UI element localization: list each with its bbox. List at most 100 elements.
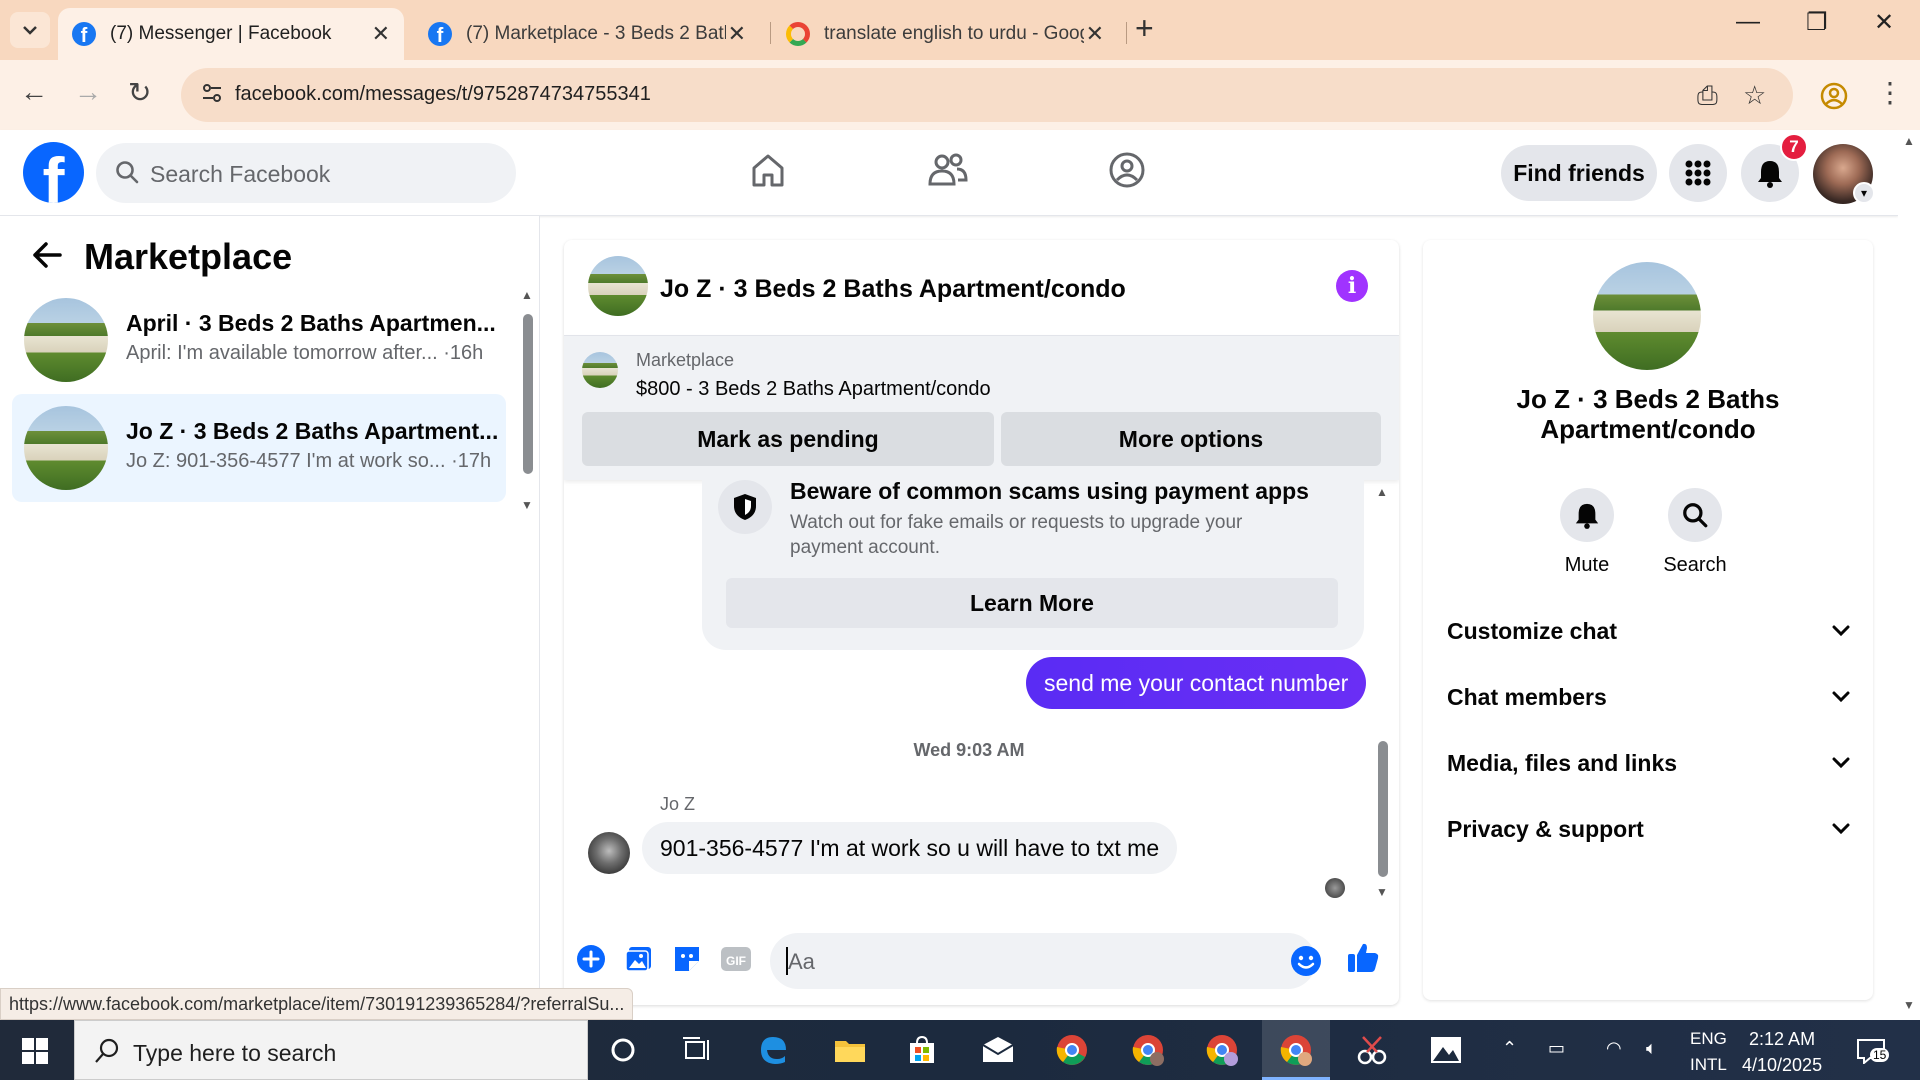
close-icon[interactable]: ✕: [372, 21, 390, 47]
chrome-profile-icon[interactable]: [1128, 1032, 1168, 1068]
svg-text:GIF: GIF: [726, 954, 746, 968]
incoming-message[interactable]: 901-356-4577 I'm at work so u will have …: [642, 822, 1178, 874]
chat-members-section[interactable]: Chat members: [1447, 684, 1851, 711]
section-label: Chat members: [1447, 684, 1607, 710]
facebook-logo[interactable]: f: [23, 142, 84, 203]
tab-google[interactable]: translate english to urdu - Goog ✕: [772, 8, 1118, 60]
reload-icon[interactable]: ↻: [128, 76, 151, 109]
listing-detail[interactable]: $800 - 3 Beds 2 Baths Apartment/condo: [636, 378, 991, 401]
close-icon[interactable]: ✕: [728, 21, 746, 47]
scroll-down-icon[interactable]: ▼: [1903, 998, 1915, 1012]
scroll-down-icon[interactable]: ▼: [1376, 885, 1388, 899]
search-icon: [116, 161, 139, 184]
scrollbar-thumb[interactable]: [1378, 741, 1388, 877]
windows-start-icon[interactable]: [22, 1038, 48, 1064]
search-placeholder: Search Facebook: [150, 161, 331, 187]
address-bar[interactable]: facebook.com/messages/t/9752874734755341…: [181, 68, 1793, 122]
chrome-icon[interactable]: [1052, 1032, 1092, 1068]
back-arrow-icon[interactable]: ←: [20, 76, 48, 108]
action-center-icon[interactable]: 15: [1856, 1038, 1890, 1069]
snipping-tool-icon[interactable]: [1352, 1032, 1392, 1068]
plus-circle-icon[interactable]: [576, 944, 606, 974]
tab-messenger[interactable]: f (7) Messenger | Facebook ✕: [58, 8, 404, 60]
conversation-item[interactable]: Jo Z · 3 Beds 2 Baths Apartment... Jo Z:…: [12, 394, 506, 502]
volume-icon[interactable]: 🔈︎: [1646, 1038, 1657, 1059]
chat-title[interactable]: Jo Z · 3 Beds 2 Baths Apartment/condo: [660, 275, 1126, 304]
scrollbar-thumb[interactable]: [523, 314, 533, 474]
sidebar-scrollbar[interactable]: ▲ ▼: [521, 288, 535, 516]
site-info-icon[interactable]: [201, 82, 223, 104]
url-text: facebook.com/messages/t/9752874734755341: [235, 83, 651, 105]
read-receipt-avatar: [1325, 878, 1345, 898]
more-options-button[interactable]: More options: [1001, 412, 1381, 466]
install-app-icon[interactable]: ⎙: [1697, 80, 1718, 112]
privacy-support-section[interactable]: Privacy & support: [1447, 816, 1851, 843]
search-icon: [95, 1038, 119, 1063]
input-language-indicator[interactable]: ENG INTL: [1690, 1026, 1727, 1078]
listing-avatar[interactable]: [1593, 262, 1701, 370]
new-tab-icon[interactable]: +: [1135, 10, 1154, 47]
photos-icon[interactable]: [1426, 1032, 1466, 1068]
mail-icon[interactable]: [978, 1032, 1018, 1068]
search-conversation-button[interactable]: Search: [1655, 488, 1735, 577]
search-facebook-input[interactable]: Search Facebook: [96, 143, 516, 203]
sticker-icon[interactable]: [672, 944, 702, 974]
battery-icon[interactable]: ▭: [1548, 1038, 1565, 1059]
section-label: Media, files and links: [1447, 750, 1678, 776]
restore-icon[interactable]: ❐: [1806, 8, 1828, 37]
home-icon[interactable]: [748, 150, 788, 190]
menu-grid-button[interactable]: [1669, 144, 1727, 202]
mute-button[interactable]: Mute: [1547, 488, 1627, 577]
chrome-active-icon[interactable]: [1276, 1032, 1316, 1068]
scroll-up-icon[interactable]: ▲: [1376, 485, 1388, 499]
learn-more-button[interactable]: Learn More: [726, 578, 1338, 628]
groups-icon[interactable]: [1107, 150, 1147, 190]
tab-marketplace[interactable]: f (7) Marketplace - 3 Beds 2 Bath ✕: [414, 8, 760, 60]
chat-scrollbar[interactable]: ▲ ▼: [1376, 485, 1390, 901]
photo-icon[interactable]: [624, 944, 654, 974]
edge-browser-icon[interactable]: [753, 1032, 793, 1068]
close-icon[interactable]: ✕: [1086, 21, 1104, 47]
file-explorer-icon[interactable]: [830, 1032, 870, 1068]
customize-chat-section[interactable]: Customize chat: [1447, 618, 1851, 645]
chevron-down-icon[interactable]: ▾: [1853, 182, 1875, 204]
info-icon[interactable]: i: [1336, 270, 1368, 302]
clock-time: 2:12 AM: [1749, 1029, 1816, 1049]
conversation-preview: Jo Z: 901-356-4577 I'm at work so... ·17…: [126, 450, 492, 472]
minimize-icon[interactable]: —: [1736, 8, 1760, 36]
kebab-menu-icon[interactable]: ⋮: [1876, 76, 1904, 109]
thumbs-up-icon[interactable]: [1346, 940, 1380, 974]
profile-icon[interactable]: [1820, 82, 1848, 110]
system-clock[interactable]: 2:12 AM 4/10/2025: [1742, 1026, 1822, 1078]
scroll-down-icon[interactable]: ▼: [521, 498, 533, 512]
scroll-up-icon[interactable]: ▲: [1903, 134, 1915, 148]
message-input[interactable]: Aa: [770, 933, 1321, 989]
conversation-item[interactable]: April · 3 Beds 2 Baths Apartmen... April…: [12, 286, 506, 394]
tab-search-button[interactable]: [10, 12, 50, 48]
friends-icon[interactable]: [927, 150, 969, 190]
back-arrow-icon[interactable]: [30, 240, 64, 270]
task-view-icon[interactable]: [677, 1032, 717, 1068]
microsoft-store-icon[interactable]: [902, 1032, 942, 1068]
close-window-icon[interactable]: ✕: [1874, 8, 1894, 37]
tray-chevron-up-icon[interactable]: ⌃: [1502, 1038, 1517, 1059]
mark-as-pending-button[interactable]: Mark as pending: [582, 412, 994, 466]
emoji-icon[interactable]: [1290, 945, 1322, 977]
facebook-icon: f: [428, 22, 452, 46]
chrome-profile-icon[interactable]: [1202, 1032, 1242, 1068]
sender-avatar[interactable]: [588, 832, 630, 874]
forward-arrow-icon[interactable]: →: [74, 76, 102, 108]
cortana-icon[interactable]: [603, 1032, 643, 1068]
page-scrollbar[interactable]: ▲ ▼: [1898, 130, 1920, 1020]
bookmark-star-icon[interactable]: ☆: [1743, 80, 1766, 111]
listing-thumbnail[interactable]: [588, 256, 648, 316]
media-files-links-section[interactable]: Media, files and links: [1447, 750, 1851, 777]
find-friends-button[interactable]: Find friends: [1501, 145, 1657, 201]
gif-icon[interactable]: GIF: [720, 944, 752, 974]
outgoing-message[interactable]: send me your contact number: [1026, 657, 1367, 709]
scroll-up-icon[interactable]: ▲: [521, 288, 533, 302]
taskbar-search-input[interactable]: Type here to search: [74, 1020, 588, 1080]
section-label: Privacy & support: [1447, 816, 1644, 842]
listing-thumbnail[interactable]: [582, 352, 618, 388]
wifi-icon[interactable]: ◠: [1606, 1038, 1622, 1059]
